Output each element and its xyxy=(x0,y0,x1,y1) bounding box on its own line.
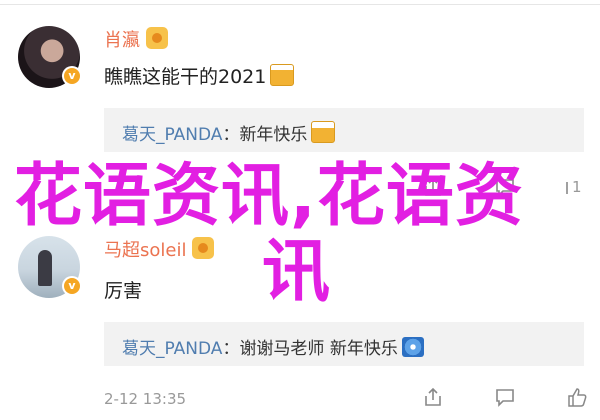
comment-icon[interactable] xyxy=(494,386,516,408)
beer-mug-icon xyxy=(270,64,295,86)
top-divider xyxy=(0,4,600,5)
comment-username[interactable]: 肖瀛 xyxy=(104,26,168,52)
fireworks-icon xyxy=(401,337,424,357)
like-count: 1 xyxy=(572,178,582,196)
verified-badge-icon: v xyxy=(62,276,82,296)
comment-username[interactable]: 马超soleil xyxy=(104,236,215,262)
comment-text: 瞧瞧这能干的2021 xyxy=(104,62,295,89)
reply-author[interactable]: 葛天_PANDA xyxy=(122,339,222,359)
watermark-text: 讯 xyxy=(262,233,331,312)
share-icon[interactable] xyxy=(422,386,444,408)
thumbs-up-icon[interactable] xyxy=(566,386,588,408)
comment-text: 厉害 xyxy=(104,280,143,302)
fan-badge-icon xyxy=(192,237,215,259)
reply-text: 谢谢马老师 新年快乐 xyxy=(239,339,398,359)
reply-preview[interactable]: 葛天_PANDA：谢谢马老师 新年快乐 xyxy=(104,322,584,366)
verified-badge-icon: v xyxy=(62,66,82,86)
fan-badge-icon xyxy=(146,27,168,49)
comment-timestamp: 2-12 13:35 xyxy=(104,390,187,408)
